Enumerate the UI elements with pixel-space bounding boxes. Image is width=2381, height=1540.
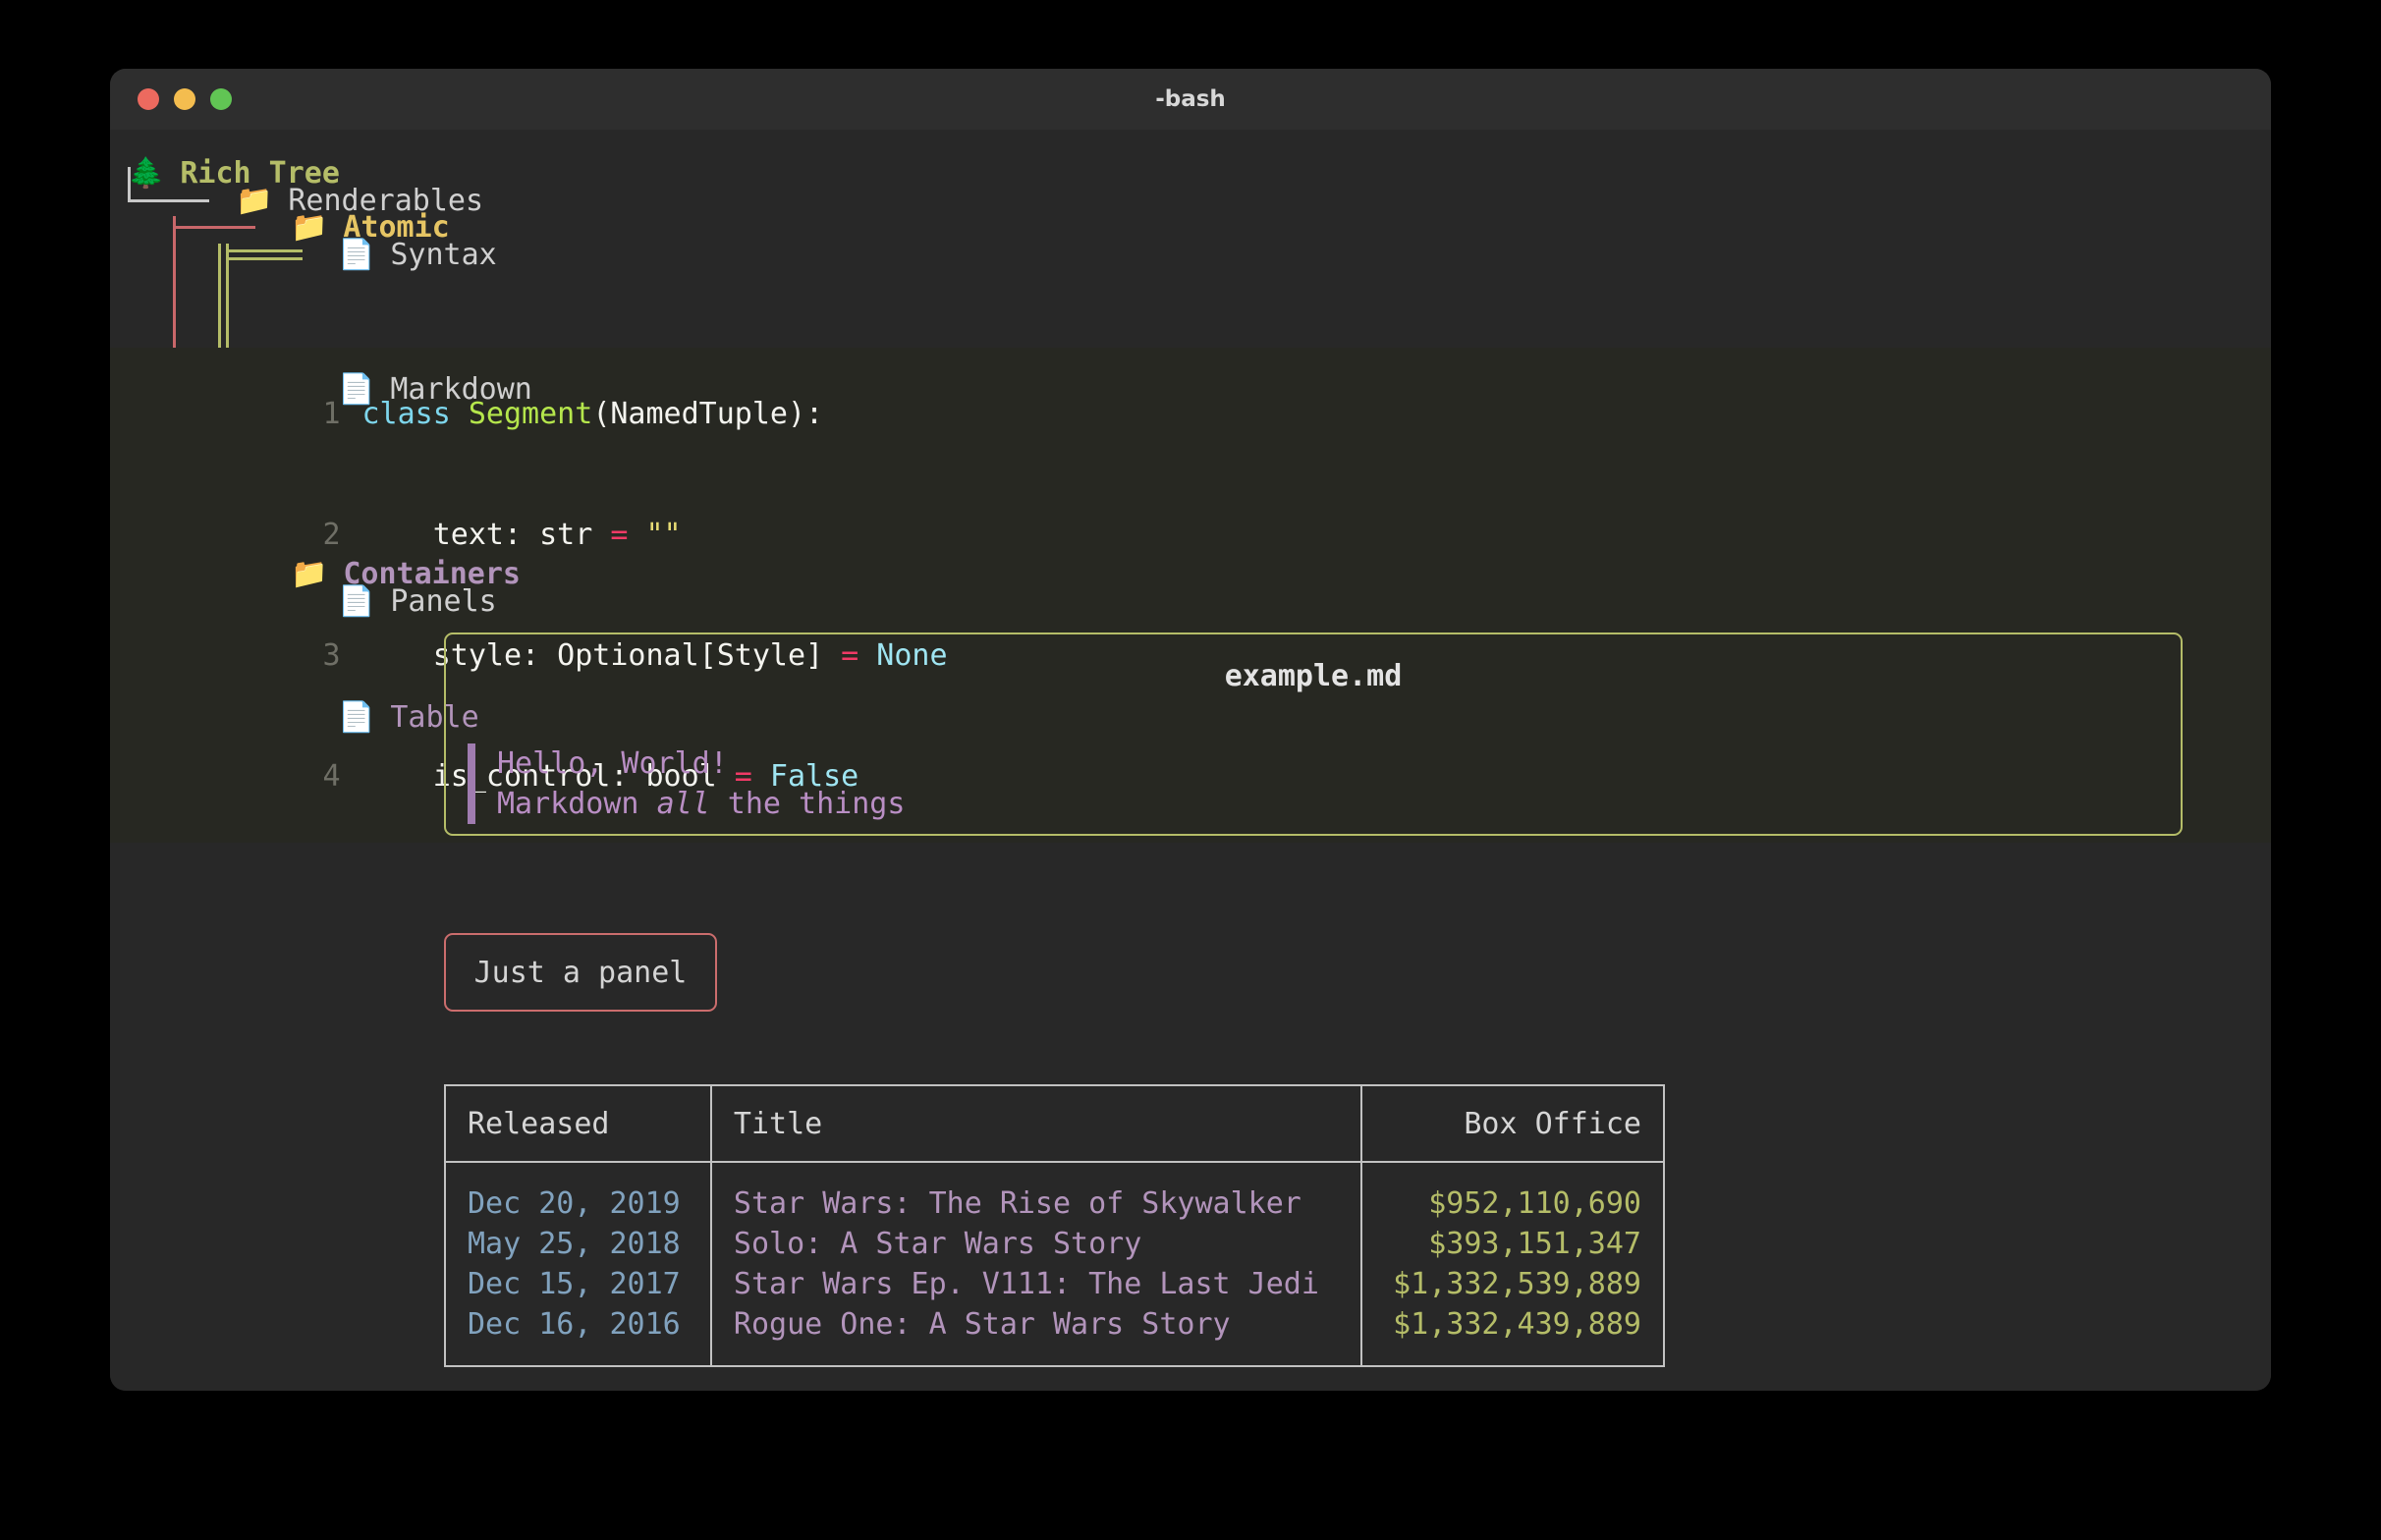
table-cell-title: Star Wars: The Rise of Skywalker: [709, 1183, 1362, 1224]
tree-node-panels[interactable]: 📄 Panels: [338, 581, 497, 622]
table-spacer-cell: [709, 1162, 1362, 1183]
tree-guide-root-horizontal: [128, 199, 209, 202]
table-header: Released Title Box Office: [444, 1085, 1666, 1162]
code-token-rest: (NamedTuple):: [592, 397, 824, 431]
table-header-released[interactable]: Released: [444, 1085, 712, 1162]
table-spacer-cell: [1359, 1345, 1666, 1367]
table-spacer-cell: [444, 1345, 712, 1367]
code-line-number: 2: [322, 518, 341, 552]
code-line-number: 3: [322, 638, 341, 673]
tree-node-panels-label: Panels: [390, 584, 497, 619]
table-header-box-office[interactable]: Box Office: [1359, 1085, 1666, 1162]
folder-icon: 📁: [291, 210, 328, 245]
close-button-icon[interactable]: [138, 88, 159, 110]
table-header-row: Released Title Box Office: [444, 1085, 1666, 1162]
blockquote-line-1: Hello, World!: [497, 746, 728, 781]
table-cell-box-office: $1,332,439,889: [1359, 1304, 1666, 1345]
table-spacer-row: [444, 1162, 1666, 1183]
table-row[interactable]: Dec 15, 2017 Star Wars Ep. V111: The Las…: [444, 1264, 1666, 1304]
movies-table[interactable]: Released Title Box Office Dec 20, 2019 S…: [444, 1084, 1666, 1367]
window-titlebar[interactable]: -bash: [110, 69, 2271, 130]
code-token-operator: =: [610, 518, 629, 552]
window-title: -bash: [1155, 86, 1226, 112]
page-facing-up-icon: 📄: [338, 700, 375, 735]
evergreen-tree-icon: 🌲: [128, 156, 165, 191]
table-spacer-cell: [444, 1162, 712, 1183]
code-token-string: "": [645, 518, 682, 552]
tree-node-table-label: Table: [390, 700, 479, 735]
table-cell-released: Dec 15, 2017: [444, 1264, 712, 1304]
tree-guide-atomic-branch-syntax-b: [226, 257, 303, 260]
folder-icon: 📁: [236, 184, 273, 218]
table-row[interactable]: Dec 20, 2019 Star Wars: The Rise of Skyw…: [444, 1183, 1666, 1224]
tree-node-markdown[interactable]: 📄 Markdown: [338, 369, 532, 410]
code-token-plain: text: str: [361, 518, 611, 552]
tree-node-table[interactable]: 📄 Table: [338, 697, 479, 738]
table-body: Dec 20, 2019 Star Wars: The Rise of Skyw…: [444, 1162, 1666, 1367]
table-cell-title: Star Wars Ep. V111: The Last Jedi: [709, 1264, 1362, 1304]
terminal-body[interactable]: 🌲 Rich Tree 📁 Renderables 📁 Atomic 📄 Syn…: [110, 130, 2271, 1391]
table-cell-box-office: $393,151,347: [1359, 1224, 1666, 1264]
markdown-blockquote: Hello, World! Markdown all the things: [468, 743, 2181, 824]
blockquote-text: Hello, World! Markdown all the things: [497, 743, 905, 824]
table-cell-box-office: $952,110,690: [1359, 1183, 1666, 1224]
blockquote-line-2-part-a: Markdown: [497, 787, 657, 821]
markdown-panel[interactable]: example.md Hello, World! Markdown all th…: [444, 632, 2183, 836]
code-line-number: 4: [322, 759, 341, 794]
zoom-button-icon[interactable]: [210, 88, 232, 110]
table-row[interactable]: Dec 16, 2016 Rogue One: A Star Wars Stor…: [444, 1304, 1666, 1345]
markdown-panel-title: example.md: [1224, 659, 1403, 693]
folder-icon: 📁: [291, 557, 328, 591]
minimize-button-icon[interactable]: [174, 88, 195, 110]
traffic-light-buttons: [138, 88, 232, 110]
just-a-panel-text: Just a panel: [473, 955, 688, 990]
table-cell-released: Dec 20, 2019: [444, 1183, 712, 1224]
table-cell-released: Dec 16, 2016: [444, 1304, 712, 1345]
page-facing-up-icon: 📄: [338, 584, 375, 619]
table-spacer-cell: [709, 1345, 1362, 1367]
tree-node-markdown-label: Markdown: [390, 372, 532, 407]
table-spacer-cell: [1359, 1162, 1666, 1183]
just-a-panel[interactable]: Just a panel: [444, 933, 717, 1012]
tree-node-syntax-label: Syntax: [390, 238, 497, 272]
tree-node-syntax[interactable]: 📄 Syntax: [338, 235, 497, 275]
table-cell-title: Rogue One: A Star Wars Story: [709, 1304, 1362, 1345]
tree-guide-atomic-branch-syntax-a: [226, 249, 303, 252]
blockquote-line-2: Markdown all the things: [497, 784, 905, 824]
terminal-window: -bash 🌲 Rich Tree 📁 Renderables 📁 Atomic…: [110, 69, 2271, 1391]
page-facing-up-icon: 📄: [338, 238, 375, 272]
table-cell-released: May 25, 2018: [444, 1224, 712, 1264]
blockquote-line-2-part-b: the things: [709, 787, 906, 821]
table-cell-title: Solo: A Star Wars Story: [709, 1224, 1362, 1264]
table-header-title[interactable]: Title: [709, 1085, 1362, 1162]
table-cell-box-office: $1,332,539,889: [1359, 1264, 1666, 1304]
tree-guide-renderables-branch-atomic: [173, 226, 255, 229]
table-row[interactable]: May 25, 2018 Solo: A Star Wars Story $39…: [444, 1224, 1666, 1264]
blockquote-bar: [468, 743, 475, 824]
page-facing-up-icon: 📄: [338, 372, 375, 407]
blockquote-emphasis: all: [656, 787, 710, 821]
table-spacer-row: [444, 1345, 1666, 1367]
